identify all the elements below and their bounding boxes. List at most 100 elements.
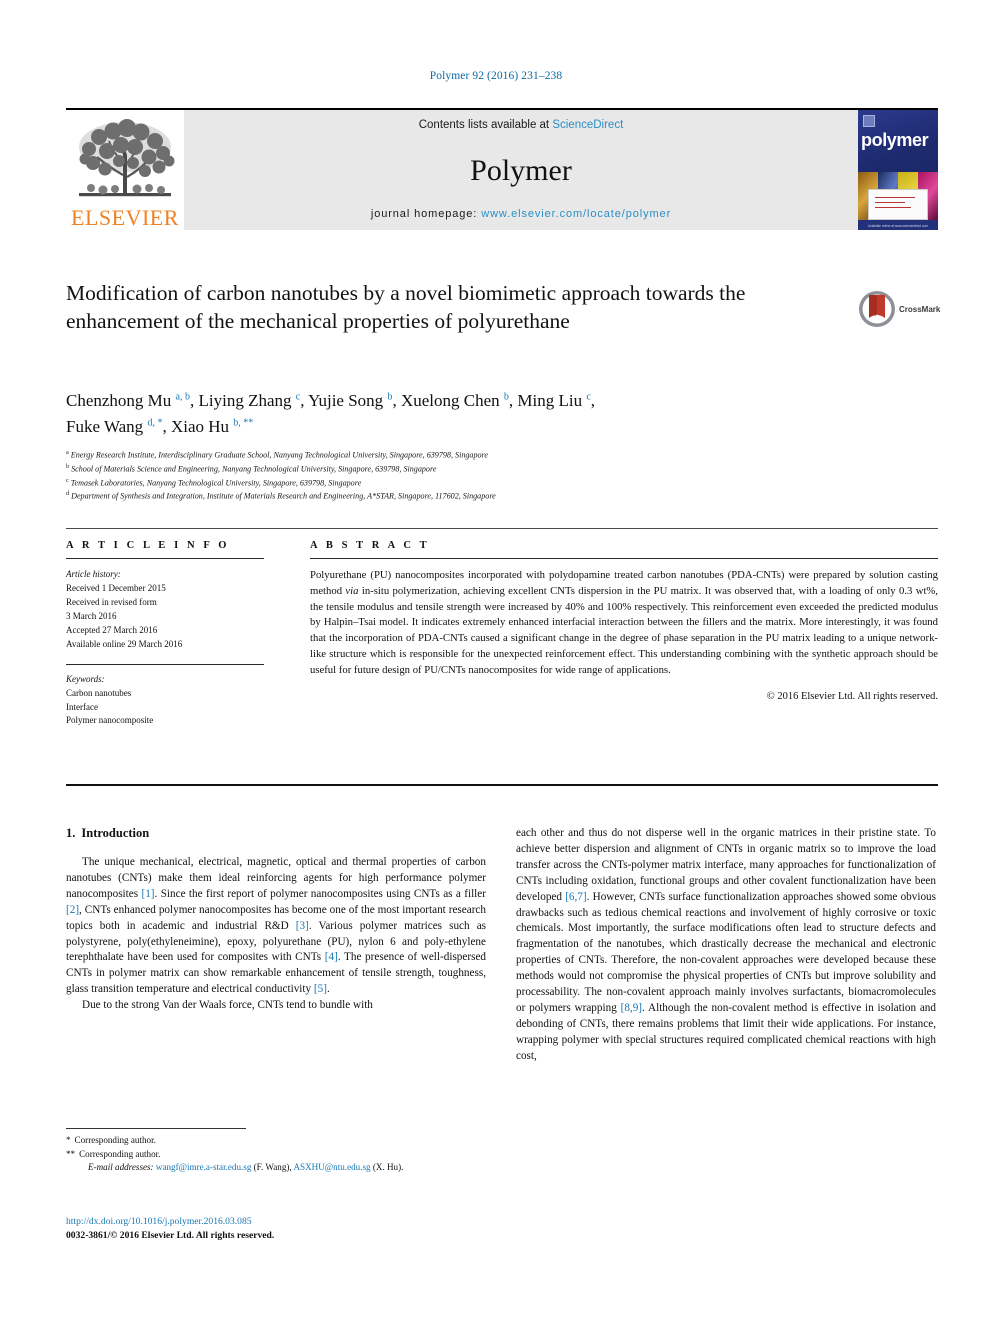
keywords-block: Keywords: Carbon nanotubes Interface Polym… [66,663,264,729]
article-history-item: 3 March 2016 [66,610,117,621]
article-first-page: Polymer 92 (2016) 231–238 ELSEVIER Conte… [0,0,992,1323]
sciencedirect-link[interactable]: ScienceDirect [552,119,623,131]
affiliation-text: Temasek Laboratories, Nanyang Technologi… [68,478,362,488]
footnote-rule [66,1128,246,1129]
article-info-column: A R T I C L E I N F O Article history: R… [66,540,264,728]
body-text-run: . [326,983,330,996]
abstract-italic-via: via [345,584,359,597]
author-affiliation-mark: a, b [175,391,190,403]
affiliation-row: c Temasek Laboratories, Nanyang Technolo… [66,476,926,490]
footnote-mark-1: * [66,1135,71,1145]
abstract-rule [310,558,938,559]
affiliation-text: School of Materials Science and Engineer… [69,464,437,474]
abstract-heading: A B S T R A C T [310,540,430,551]
body-text-run: Due to the strong Van der Waals force, C… [82,999,373,1012]
left-paragraphs: The unique mechanical, electrical, magne… [66,855,486,1014]
keyword-lines: Carbon nanotubes Interface Polymer nanocom… [66,687,264,729]
footnote-corresponding-1: * Corresponding author. [66,1134,496,1148]
author-name: Yujie Song [308,391,388,410]
author-separator: , [300,391,309,410]
citation-link[interactable]: [8,9] [621,1002,642,1014]
elsevier-wordmark: ELSEVIER [71,205,179,230]
journal-homepage-line: journal homepage: www.elsevier.com/locat… [371,208,671,220]
author-line-1: Chenzhong Mu a, b, Liying Zhang c, Yujie… [66,391,595,410]
article-history-item: Received 1 December 2015 [66,582,166,593]
author-separator: , [162,416,171,436]
journal-title: Polymer [470,153,572,187]
footnote-emails: E-mail addresses: wangf@imre.a-star.edu.… [88,1162,404,1173]
cover-footer-text: Available online at www.sciencedirect.co… [868,224,928,228]
section-title: Introduction [81,826,150,840]
email-addresses-label: E-mail addresses: [88,1162,154,1173]
email-link-1[interactable]: wangf@imre.a-star.edu.sg [156,1162,252,1172]
article-history-item: Received in revised form [66,596,157,607]
right-paragraphs: each other and thus do not disperse well… [516,826,936,1065]
body-text-run: . Since the first report of polymer nano… [154,887,486,900]
journal-cover-thumbnail[interactable]: polymer Available online at www.scienced… [858,110,938,230]
citation-link[interactable]: [3] [296,920,309,932]
journal-masthead: ELSEVIER Contents lists available at Sci… [66,108,938,230]
footnote-block: * Corresponding author. ** Corresponding a… [66,1134,496,1175]
section-heading-introduction: 1. Introduction [66,826,486,841]
author-name: Chenzhong Mu [66,391,176,410]
affiliation-list: a Energy Research Institute, Interdiscip… [66,448,926,503]
abstract-column: A B S T R A C T Polyurethane (PU) nanoco… [310,540,938,702]
email-link-2[interactable]: ASXHU@ntu.edu.sg [293,1162,370,1172]
affiliation-row: d Department of Synthesis and Integratio… [66,489,926,503]
cover-wordmark: polymer [861,130,929,150]
abstract-part-2: in-situ polymerization, achieving excell… [310,584,938,676]
elsevier-logo: ELSEVIER [66,110,184,230]
crossmark-label: CrossMark [899,304,941,314]
article-history-lines: Received 1 December 2015 Received in revi… [66,582,264,652]
title-block: Modification of carbon nanotubes by a no… [66,280,856,335]
info-abstract-top-rule [66,528,938,529]
body-paragraph: The unique mechanical, electrical, magne… [66,855,486,998]
doi-block: http://dx.doi.org/10.1016/j.polymer.2016… [66,1215,506,1244]
article-info-heading: A R T I C L E I N F O [66,540,230,551]
citation-link[interactable]: [5] [314,983,327,995]
contents-available-line: Contents lists available at ScienceDirec… [419,119,624,131]
body-column-right: each other and thus do not disperse well… [516,826,936,1065]
author-affiliation-mark: d, * [147,417,163,429]
page-title: Modification of carbon nanotubes by a no… [66,281,746,333]
crossmark-icon [859,291,895,327]
article-history-item: Accepted 27 March 2016 [66,624,158,635]
author-affiliation-mark: b, ** [233,417,254,429]
author-separator: , [392,391,401,410]
cover-corner-square-icon [863,115,875,127]
author-name: Xiao Hu [170,416,234,436]
keyword-item: Carbon nanotubes [66,687,132,698]
citation-link[interactable]: [4] [325,951,338,963]
abstract-bottom-rule [66,784,938,786]
keywords-rule [66,663,264,665]
footnote-text-1: Corresponding author. [74,1135,156,1145]
abstract-copyright: © 2016 Elsevier Ltd. All rights reserved… [766,690,938,702]
email-owner-2: (X. Hu). [372,1162,404,1173]
author-list: Chenzhong Mu a, b, Liying Zhang c, Yujie… [66,388,886,440]
body-column-left: 1. Introduction The unique mechanical, el… [66,826,486,1014]
citation-link[interactable]: [6,7] [565,891,586,903]
crossmark-badge[interactable]: CrossMark [858,288,942,330]
keywords-label: Keywords: [66,673,105,684]
homepage-url-link[interactable]: www.elsevier.com/locate/polymer [481,208,671,220]
affiliation-text: Department of Synthesis and Integration,… [69,492,496,502]
doi-link[interactable]: http://dx.doi.org/10.1016/j.polymer.2016… [66,1215,506,1229]
keyword-item: Interface [66,701,98,712]
affiliation-row: a Energy Research Institute, Interdiscip… [66,448,926,462]
footnote-corresponding-2: ** Corresponding author. [66,1148,496,1162]
journal-reference: Polymer 92 (2016) 231–238 [429,70,563,82]
affiliation-row: b School of Materials Science and Engine… [66,462,926,476]
author-name: Ming Liu [517,391,587,410]
citation-link[interactable]: [2] [66,904,79,916]
affiliation-text: Energy Research Institute, Interdiscipli… [68,450,488,460]
keyword-item: Polymer nanocomposite [66,715,154,726]
article-history-item: Available online 29 March 2016 [66,638,183,649]
author-name: Fuke Wang [66,416,148,436]
footnote-text-2: Corresponding author. [79,1148,161,1159]
citation-link[interactable]: [1] [141,888,154,900]
author-separator: , [190,391,199,410]
contents-prefix: Contents lists available at [418,119,553,131]
masthead-center: Contents lists available at ScienceDirec… [184,110,858,230]
author-name: Xuelong Chen [400,391,504,410]
author-name: Liying Zhang [198,391,296,410]
